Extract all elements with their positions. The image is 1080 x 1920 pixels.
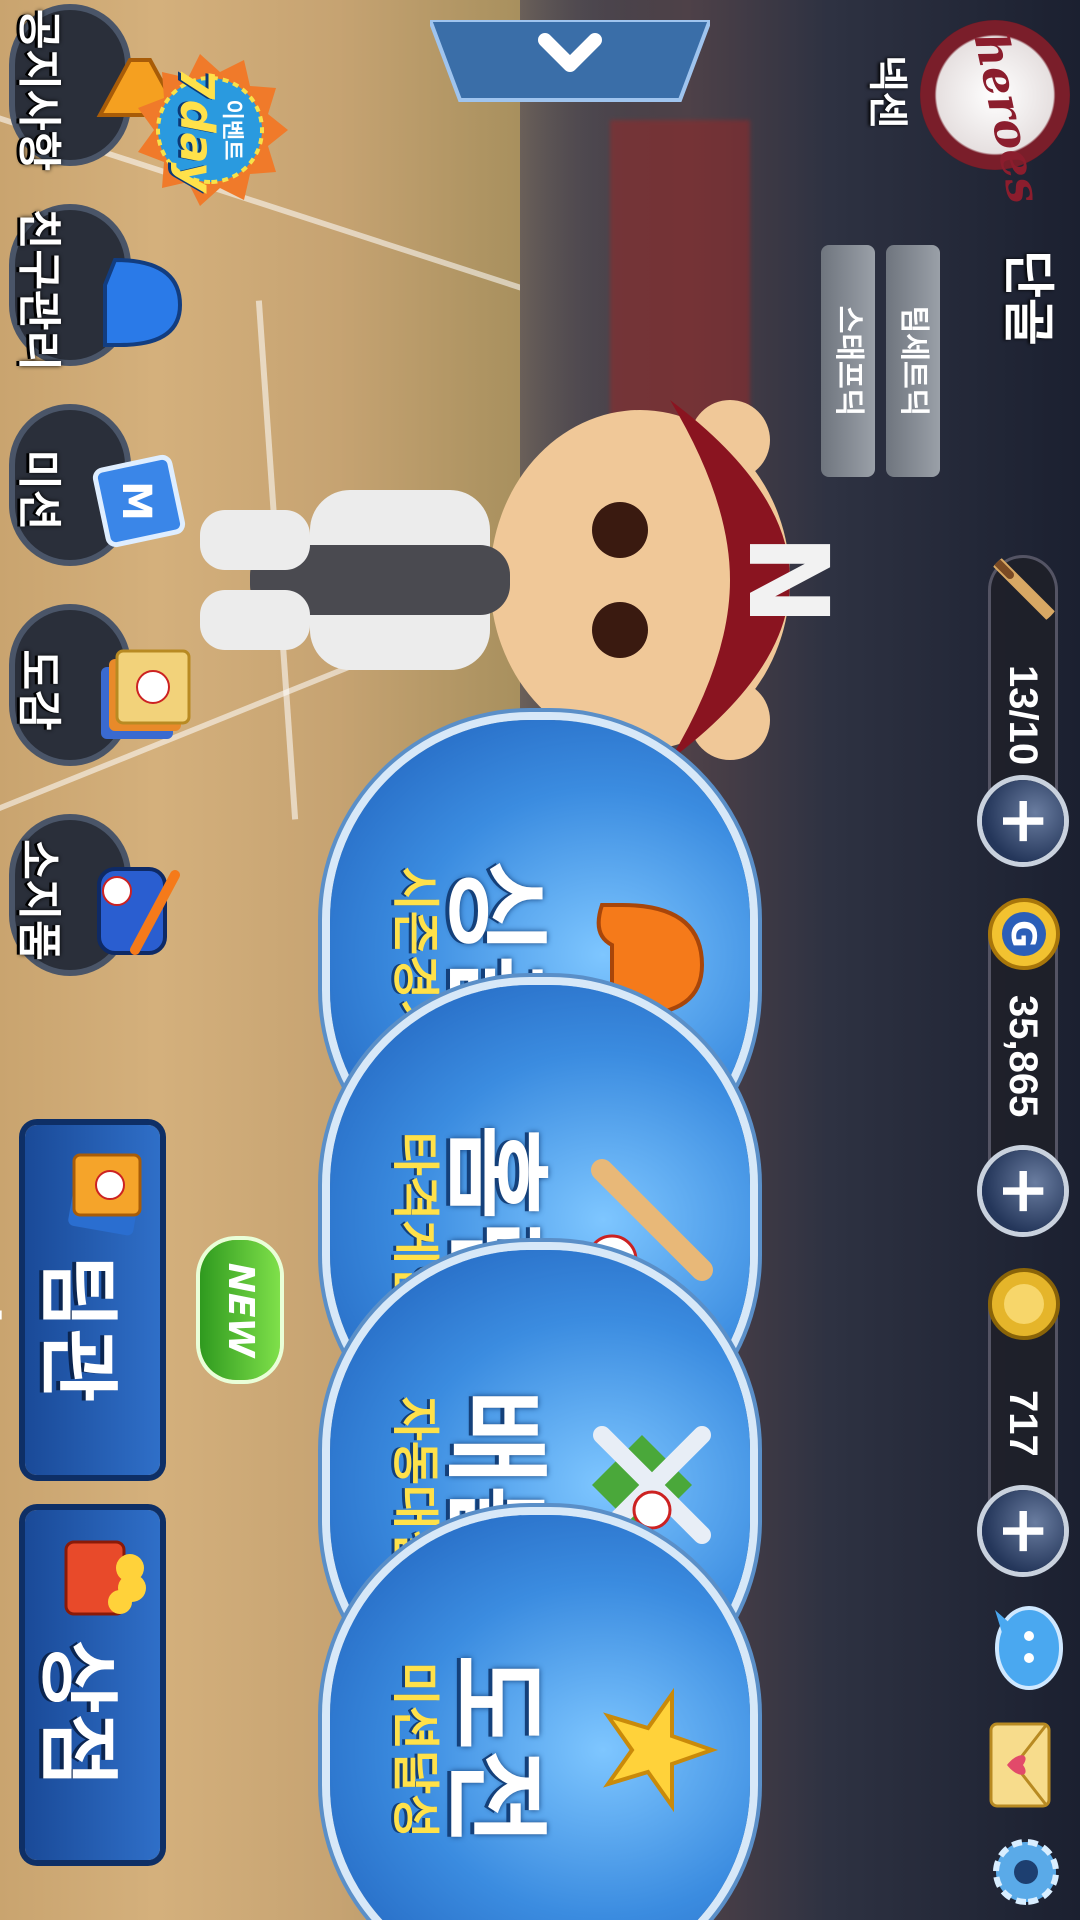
player-name: 단골: [997, 250, 1057, 346]
svg-text:G: G: [1003, 920, 1043, 948]
team-logo-text: heroes: [963, 27, 1053, 209]
gold-bag-icon: [64, 1540, 146, 1616]
menu-label: 소지품: [13, 839, 64, 961]
add-coin-button[interactable]: +: [982, 1490, 1064, 1572]
menu-item-friends[interactable]: 친구관리: [5, 200, 195, 380]
energy-pill: 13/10 +: [982, 555, 1064, 862]
coin-icon: [988, 1268, 1060, 1340]
stars-icon: [603, 1687, 719, 1813]
coin-pill: 717 +: [982, 1268, 1064, 1572]
shop-button[interactable]: 상점: [25, 1510, 160, 1860]
menu-label: 공지사항: [13, 9, 64, 171]
collapse-menu-tab[interactable]: [430, 20, 710, 120]
gold-value: 35,865: [1001, 995, 1045, 1118]
bat-icon: [992, 557, 1058, 623]
mode-subtitle: 미션달성: [387, 1661, 443, 1839]
game-lobby-screen: heroes 넥센 단골 팀세트딕 스태프딕 13/10 + G 35,865 …: [0, 0, 1080, 1920]
landscape-canvas: heroes 넥센 단골 팀세트딕 스태프딕 13/10 + G 35,865 …: [0, 0, 1080, 1920]
seven-day-event-badge[interactable]: 이벤트 7day: [130, 50, 290, 210]
menu-label: 친구관리: [13, 209, 64, 371]
card-collection-icon: [101, 649, 191, 739]
menu-label: 미션: [13, 449, 64, 531]
new-badge: NEW: [200, 1240, 280, 1380]
svg-text:M: M: [113, 481, 159, 521]
big-menu-label: 상점: [31, 1640, 124, 1788]
chat-icon[interactable]: [985, 1600, 1065, 1690]
team-logo[interactable]: heroes: [920, 20, 1070, 209]
mail-icon[interactable]: [985, 1720, 1055, 1810]
menu-item-inventory[interactable]: 소지품: [5, 810, 195, 990]
menu-item-mission[interactable]: M 미션: [5, 400, 195, 580]
blue-helmet-icon: [103, 257, 183, 347]
event-main-label: 7day: [170, 67, 224, 193]
svg-text:N: N: [724, 534, 852, 626]
team-manage-button[interactable]: 팀관리: [0, 1125, 160, 1475]
settings-gear-icon[interactable]: [984, 1830, 1068, 1914]
gold-pill: G 35,865 +: [982, 898, 1064, 1232]
equipment-bag-icon: [97, 867, 180, 955]
g-coin-icon: G: [988, 898, 1060, 970]
team-cards-icon: [68, 1153, 142, 1236]
challenge-mode-button[interactable]: 도전 미션달성: [330, 1515, 750, 1920]
mission-book-icon: M: [92, 454, 186, 548]
big-menu-label: 팀관리: [0, 1255, 124, 1403]
add-gold-button[interactable]: +: [982, 1150, 1064, 1232]
menu-item-collection[interactable]: 도감: [5, 600, 195, 780]
coin-value: 717: [1001, 1390, 1045, 1457]
menu-label: 도감: [13, 649, 64, 731]
add-energy-button[interactable]: +: [982, 780, 1064, 862]
team-set-button[interactable]: 팀세트딕: [886, 245, 940, 477]
energy-value: 13/10: [1001, 665, 1045, 766]
team-name: 넥센: [864, 55, 910, 129]
